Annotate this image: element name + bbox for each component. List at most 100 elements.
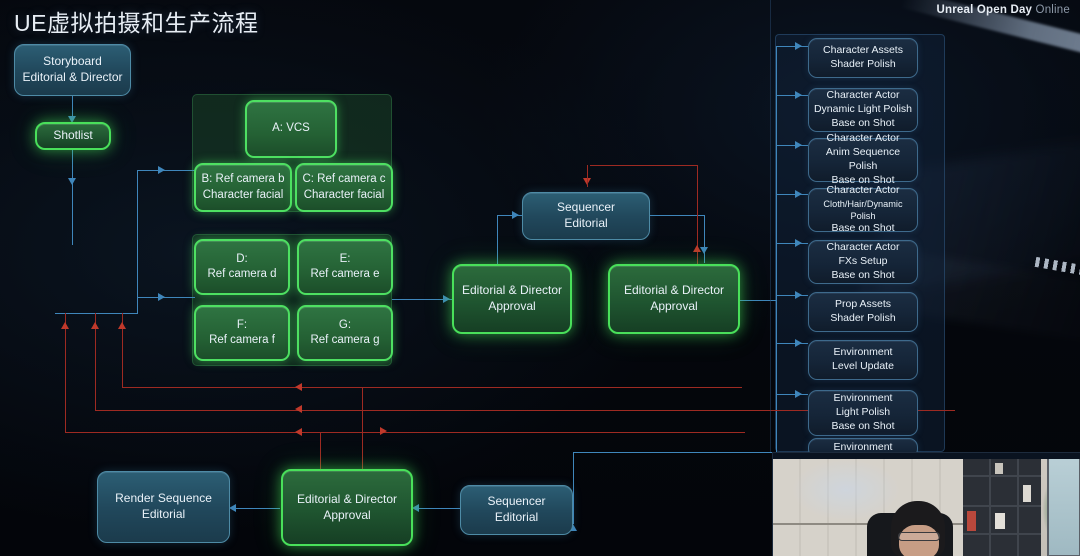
- node-ref-f-line2: Ref camera f: [209, 334, 275, 346]
- node-approval-right-line2: Approval: [650, 299, 698, 313]
- node-ref-camera-c[interactable]: C: Ref camera c Character facial: [295, 163, 393, 212]
- right-column-item-6[interactable]: Prop Assets Shader Polish: [808, 292, 918, 332]
- right-column-item-1-line1: Character Assets: [823, 44, 903, 57]
- arrow-branch-6: [795, 291, 802, 299]
- red-arrow-up-3: [118, 322, 126, 329]
- slide-canvas: UE虚拟拍摄和生产流程 Unreal Open Day Online Story…: [0, 0, 1080, 556]
- arrow-shotlist-down: [68, 178, 76, 185]
- node-sequencer-mid-line1: Sequencer: [556, 200, 616, 215]
- node-ref-camera-d[interactable]: D: Ref camera d: [194, 239, 290, 295]
- right-column-item-1-line2: Shader Polish: [830, 58, 896, 70]
- arrow-branch-7: [795, 339, 802, 347]
- red-arrow-left-1: [295, 383, 302, 391]
- right-column-item-4-line3: Base on Shot: [831, 222, 895, 235]
- brand-name: Unreal Open Day: [936, 4, 1033, 16]
- connector-shotlist-down: [72, 150, 74, 245]
- node-ref-d-line1: D:: [236, 252, 248, 265]
- node-sequencer-bottom-line1: Sequencer: [487, 494, 546, 509]
- node-ref-f-line1: F:: [236, 318, 248, 331]
- right-column-item-2-line2: Dynamic Light Polish: [813, 103, 913, 116]
- right-column-item-6-line2: Shader Polish: [830, 312, 896, 324]
- connector-branch-6: [776, 295, 808, 297]
- red-h-approvalright: [590, 165, 698, 167]
- right-column-item-4[interactable]: Character Actor Cloth/Hair/Dynamic Polish…: [808, 184, 918, 234]
- red-up-from-bottom-1: [320, 432, 322, 472]
- node-ref-camera-b[interactable]: B: Ref camera b Character facial: [194, 163, 292, 212]
- right-column-item-5[interactable]: Character Actor FXs Setup Base on Shot: [808, 240, 918, 284]
- webcam-presenter-glasses: [898, 532, 940, 541]
- node-ref-camera-e[interactable]: E: Ref camera e: [297, 239, 393, 295]
- node-ref-b-line1: B: Ref camera b: [201, 173, 285, 186]
- node-shotlist[interactable]: Shotlist: [35, 122, 111, 150]
- node-approval-right[interactable]: Editorial & Director Approval: [608, 264, 740, 334]
- node-ref-d-line2: Ref camera d: [207, 268, 277, 280]
- node-sequencer-mid-line2: Editorial: [564, 216, 608, 230]
- arrow-branch-2: [795, 91, 802, 99]
- right-column-item-4-line1: Character Actor: [826, 184, 900, 196]
- right-column-item-2-line3: Base on Shot: [831, 116, 895, 129]
- connector-approvalbottom-to-render: [232, 508, 280, 510]
- right-column-item-2[interactable]: Character Actor Dynamic Light Polish Base …: [808, 88, 918, 132]
- webcam-top-edge: [773, 453, 1080, 459]
- connector-branch-4: [776, 194, 808, 196]
- arrow-sequencer-to-approvalright: [700, 247, 708, 254]
- connector-branch-8: [776, 394, 808, 396]
- node-render-sequence[interactable]: Render Sequence Editorial: [97, 471, 230, 543]
- arrow-branch-8: [795, 390, 802, 398]
- node-ref-g-line2: Ref camera g: [310, 334, 380, 346]
- node-storyboard-line1: Storyboard: [43, 54, 102, 69]
- node-sequencer-mid[interactable]: Sequencer Editorial: [522, 192, 650, 240]
- right-column-item-2-line1: Character Actor: [826, 89, 900, 102]
- node-approval-left-line2: Approval: [488, 299, 536, 313]
- arrow-bus-to-bc: [158, 166, 165, 174]
- right-column-item-7-line2: Level Update: [832, 360, 894, 372]
- right-column-item-5-line3: Base on Shot: [831, 268, 895, 281]
- node-sequencer-bottom[interactable]: Sequencer Editorial: [460, 485, 573, 535]
- right-column-item-8[interactable]: Environment Light Polish Base on Shot: [808, 390, 918, 436]
- node-storyboard[interactable]: Storyboard Editorial & Director: [14, 44, 131, 96]
- arrow-to-sequencer-mid: [512, 211, 519, 219]
- right-column-item-6-line1: Prop Assets: [834, 298, 892, 311]
- red-feedback-h-1: [65, 432, 745, 434]
- connector-bottom-feed-down: [573, 452, 575, 524]
- right-column-item-8-line2: Light Polish: [835, 406, 891, 419]
- connector-branch-3: [776, 145, 808, 147]
- node-ref-b-line2: Character facial: [202, 188, 284, 201]
- right-column-item-7[interactable]: Environment Level Update: [808, 340, 918, 380]
- node-storyboard-line2: Editorial & Director: [22, 70, 123, 84]
- connector-sequencerbottom-to-approval: [415, 508, 460, 510]
- connector-bus-bottom: [55, 313, 138, 315]
- node-approval-bottom-line1: Editorial & Director: [296, 491, 398, 506]
- node-approval-bottom-line2: Approval: [323, 507, 371, 522]
- right-column-item-1[interactable]: Character Assets Shader Polish: [808, 38, 918, 78]
- connector-bottom-feed: [573, 452, 777, 454]
- node-ref-camera-f[interactable]: F: Ref camera f: [194, 305, 290, 361]
- connector-branch-2: [776, 95, 808, 97]
- right-column-item-4-line2: Cloth/Hair/Dynamic Polish: [823, 198, 903, 221]
- connector-sequencer-down-right: [704, 215, 706, 263]
- node-render-sequence-line2: Editorial: [141, 507, 186, 521]
- node-ref-g-line1: G:: [338, 318, 352, 331]
- connector-branch-1: [776, 46, 808, 48]
- webcam-shelf: [963, 453, 1041, 556]
- page-title: UE虚拟拍摄和生产流程: [14, 10, 259, 36]
- node-approval-left[interactable]: Editorial & Director Approval: [452, 264, 572, 334]
- brand-suffix: Online: [1035, 4, 1070, 16]
- presenter-webcam-overlay[interactable]: [772, 452, 1080, 556]
- node-sequencer-bottom-line2: Editorial: [494, 510, 539, 524]
- red-v-sequencer-feed: [587, 165, 589, 187]
- connector-branch-7: [776, 343, 808, 345]
- red-feedback-h-3: [122, 387, 742, 389]
- webcam-mirror: [1047, 457, 1080, 556]
- red-arrow-up-2: [91, 322, 99, 329]
- node-ref-camera-g[interactable]: G: Ref camera g: [297, 305, 393, 361]
- right-column-item-3[interactable]: Character Actor Anim Sequence Polish Base …: [808, 132, 918, 186]
- node-vcs[interactable]: A: VCS: [245, 100, 337, 158]
- node-approval-bottom[interactable]: Editorial & Director Approval: [281, 469, 413, 546]
- right-column-item-3-line2: Anim Sequence Polish: [825, 146, 901, 172]
- node-ref-e-line1: E:: [339, 252, 351, 265]
- arrow-branch-3: [795, 141, 802, 149]
- red-arrow-left-3: [295, 428, 302, 436]
- node-shotlist-line1: Shotlist: [53, 128, 93, 143]
- right-column-item-5-line2: FXs Setup: [838, 255, 888, 268]
